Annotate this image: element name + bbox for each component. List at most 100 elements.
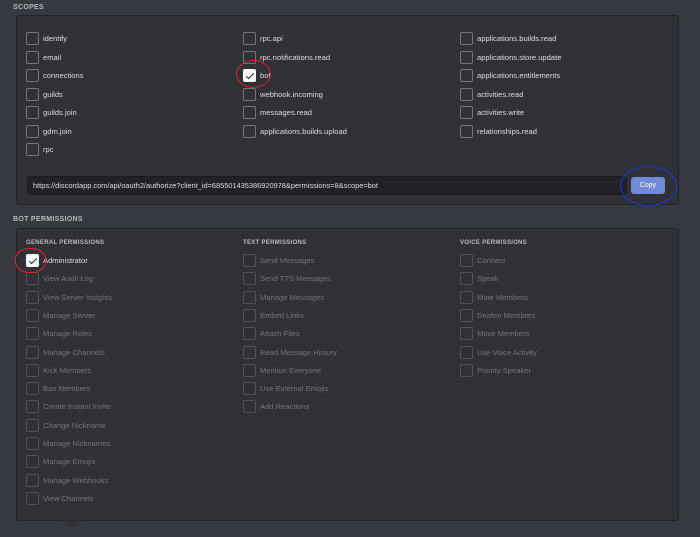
checkbox-icon <box>26 491 39 505</box>
checkbox-icon[interactable] <box>26 50 39 64</box>
scope-connections-label: connections <box>43 70 84 80</box>
perm-deafen-members-row: Deafen Members <box>460 308 535 322</box>
scope-rpc-row[interactable]: rpc <box>26 142 54 156</box>
scope-rpc-notifications-read-row[interactable]: rpc.notifications.read <box>243 50 330 64</box>
scope-guilds-label: guilds <box>43 89 63 99</box>
scope-identify-row[interactable]: identify <box>26 31 67 45</box>
checkbox-icon[interactable] <box>243 87 256 101</box>
scope-applications-builds-read-row[interactable]: applications.builds.read <box>460 31 556 45</box>
scope-gdm-join-row[interactable]: gdm.join <box>26 124 72 138</box>
perm-use-external-emojis-row: Use External Emojis <box>243 381 328 395</box>
oauth-url-field[interactable]: https://discordapp.com/api/oauth2/author… <box>27 176 627 195</box>
checkbox-icon <box>26 308 39 322</box>
checkbox-icon <box>26 399 39 413</box>
checkbox-icon <box>460 326 473 340</box>
checkbox-icon[interactable] <box>460 105 473 119</box>
scope-connections-row[interactable]: connections <box>26 68 84 82</box>
permission-heading-1: TEXT PERMISSIONS <box>243 240 307 246</box>
scope-webhook-incoming-row[interactable]: webhook.incoming <box>243 87 323 101</box>
perm-manage-messages-row: Manage Messages <box>243 290 324 304</box>
perm-view-channels-label: View Channels <box>43 493 94 503</box>
checkbox-icon <box>26 363 39 377</box>
perm-view-channels-row: View Channels <box>26 491 94 505</box>
perm-manage-emojis-label: Manage Emojis <box>43 456 96 466</box>
checkbox-icon <box>243 363 256 377</box>
scope-gdm-join-label: gdm.join <box>43 126 72 136</box>
checkbox-icon[interactable] <box>460 68 473 82</box>
checked-checkbox-icon[interactable] <box>26 253 39 267</box>
perm-connect-label: Connect <box>477 255 506 265</box>
perm-kick-members-row: Kick Members <box>26 363 91 377</box>
perm-send-tts-messages-label: Send TTS Messages <box>260 273 331 283</box>
scope-bot-row[interactable]: bot <box>243 68 271 82</box>
scope-email-row[interactable]: email <box>26 50 61 64</box>
perm-send-messages-label: Send Messages <box>260 255 315 265</box>
checkbox-icon[interactable] <box>26 142 39 156</box>
checkbox-icon[interactable] <box>243 31 256 45</box>
perm-administrator-row[interactable]: Administrator <box>26 253 88 267</box>
checkbox-icon[interactable] <box>26 31 39 45</box>
checkbox-icon[interactable] <box>460 31 473 45</box>
perm-kick-members-label: Kick Members <box>43 365 92 375</box>
perm-mute-members-label: Mute Members <box>477 292 528 302</box>
perm-view-server-insights-label: View Server Insights <box>43 292 113 302</box>
perm-priority-speaker-row: Priority Speaker <box>460 363 531 377</box>
checked-checkbox-icon[interactable] <box>243 68 256 82</box>
perm-add-reactions-label: Add Reactions <box>260 401 310 411</box>
perm-create-instant-invite-row: Create Instant Invite <box>26 399 111 413</box>
scope-email-label: email <box>43 52 62 62</box>
perm-change-nickname-label: Change Nickname <box>43 420 106 430</box>
perm-manage-webhooks-label: Manage Webhooks <box>43 475 109 485</box>
perm-manage-server-row: Manage Server <box>26 308 95 322</box>
checkbox-icon <box>243 308 256 322</box>
scope-guilds-join-row[interactable]: guilds.join <box>26 105 77 119</box>
perm-move-members-label: Move Members <box>477 328 530 338</box>
checkbox-icon[interactable] <box>243 105 256 119</box>
checkbox-icon <box>26 326 39 340</box>
checkbox-icon[interactable] <box>460 87 473 101</box>
perm-administrator-label: Administrator <box>43 255 88 265</box>
scope-relationships-read-label: relationships.read <box>477 126 537 136</box>
scope-rpc-label: rpc <box>43 144 54 154</box>
checkbox-icon[interactable] <box>26 87 39 101</box>
copy-url-button[interactable]: Copy <box>631 177 665 194</box>
checkbox-icon <box>243 345 256 359</box>
perm-manage-channels-row: Manage Channels <box>26 345 105 359</box>
perm-create-instant-invite-label: Create Instant Invite <box>43 401 111 411</box>
scope-applications-builds-upload-label: applications.builds.upload <box>260 126 347 136</box>
checkbox-icon[interactable] <box>243 50 256 64</box>
scope-webhook-incoming-label: webhook.incoming <box>260 89 323 99</box>
checkbox-icon[interactable] <box>243 124 256 138</box>
perm-manage-webhooks-row: Manage Webhooks <box>26 473 108 487</box>
perm-mention-everyone-label: Mention Everyone <box>260 365 322 375</box>
scope-rpc-api-row[interactable]: rpc.api <box>243 31 283 45</box>
checkbox-icon[interactable] <box>26 68 39 82</box>
checkbox-icon <box>26 436 39 450</box>
scope-guilds-row[interactable]: guilds <box>26 87 63 101</box>
perm-move-members-row: Move Members <box>460 326 529 340</box>
permission-heading-0: GENERAL PERMISSIONS <box>26 240 105 246</box>
scope-activities-write-row[interactable]: activities.write <box>460 105 524 119</box>
perm-use-external-emojis-label: Use External Emojis <box>260 383 329 393</box>
scope-activities-read-row[interactable]: activities.read <box>460 87 523 101</box>
scope-applications-store-update-row[interactable]: applications.store.update <box>460 50 561 64</box>
scope-applications-entitlements-row[interactable]: applications.entitlements <box>460 68 560 82</box>
perm-connect-row: Connect <box>460 253 505 267</box>
checkbox-icon[interactable] <box>26 105 39 119</box>
watermark-dots: ····· <box>578 521 618 527</box>
scope-relationships-read-row[interactable]: relationships.read <box>460 124 537 138</box>
checkbox-icon[interactable] <box>460 124 473 138</box>
perm-manage-nicknames-row: Manage Nicknames <box>26 436 110 450</box>
perm-read-message-history-label: Read Message History <box>260 347 337 357</box>
scope-messages-read-row[interactable]: messages.read <box>243 105 312 119</box>
scope-activities-write-label: activities.write <box>477 107 525 117</box>
checkbox-icon[interactable] <box>460 50 473 64</box>
scope-applications-builds-upload-row[interactable]: applications.builds.upload <box>243 124 347 138</box>
perm-embed-links-label: Embed Links <box>260 310 304 320</box>
checkbox-icon[interactable] <box>26 124 39 138</box>
scope-bot-label: bot <box>260 70 271 80</box>
perm-mention-everyone-row: Mention Everyone <box>243 363 321 377</box>
perm-ban-members-row: Ban Members <box>26 381 90 395</box>
perm-add-reactions-row: Add Reactions <box>243 399 309 413</box>
checkbox-icon <box>243 381 256 395</box>
